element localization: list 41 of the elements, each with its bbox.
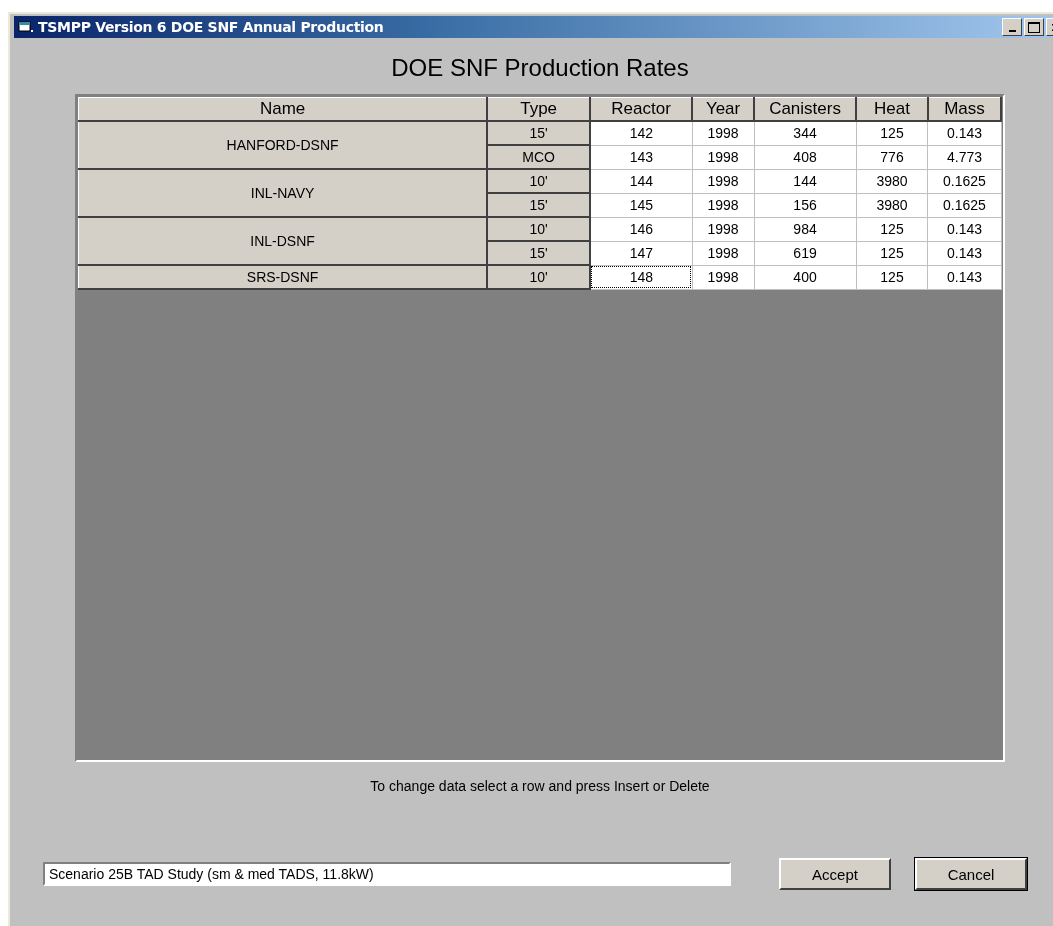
column-header[interactable]: Canisters [754,97,856,121]
maximize-button[interactable] [1024,18,1044,36]
column-header[interactable]: Reactor [590,97,693,121]
table-cell: 143 [590,145,693,169]
table-cell: 148 [590,265,693,289]
type-cell[interactable]: 10' [487,265,591,289]
table-cell: 146 [590,217,693,241]
table-cell: 144 [590,169,693,193]
hint-text: To change data select a row and press Insert or Delete [369,778,711,794]
table-cell: 145 [590,193,693,217]
type-cell[interactable]: MCO [487,145,591,169]
table-cell: 144 [754,169,856,193]
row-header[interactable]: HANFORD-DSNF [78,121,488,169]
table-cell: 984 [754,217,856,241]
table-cell: 400 [754,265,856,289]
table-cell: 408 [754,145,856,169]
type-cell[interactable]: 15' [487,121,591,145]
table-cell: 147 [590,241,693,265]
type-cell[interactable]: 10' [487,169,591,193]
type-cell[interactable]: 10' [487,217,591,241]
table-cell: 142 [590,121,693,145]
row-header[interactable]: SRS-DSNF [78,265,488,289]
cancel-button[interactable]: Cancel [915,858,1027,890]
column-header[interactable]: Name [78,97,488,121]
table-cell: 619 [754,241,856,265]
row-header[interactable]: INL-NAVY [78,169,488,217]
type-cell[interactable]: 15' [487,241,591,265]
type-cell[interactable]: 15' [487,193,591,217]
minimize-button[interactable] [1002,18,1022,36]
column-header[interactable]: Year [692,97,755,121]
accept-button[interactable]: Accept [779,858,891,890]
column-header[interactable]: Heat [856,97,928,121]
table-cell: 344 [754,121,856,145]
column-header[interactable]: Type [487,97,591,121]
window-icon [18,20,34,34]
window-title: TSMPP Version 6 DOE SNF Annual Production [38,19,384,35]
row-header[interactable]: INL-DSNF [78,217,488,265]
scenario-field[interactable]: Scenario 25B TAD Study (sm & med TADS, 11.8kW) [43,862,731,886]
table-cell: 156 [754,193,856,217]
column-header[interactable]: Mass [928,97,1001,121]
form-heading: DOE SNF Production Rates [390,53,690,83]
